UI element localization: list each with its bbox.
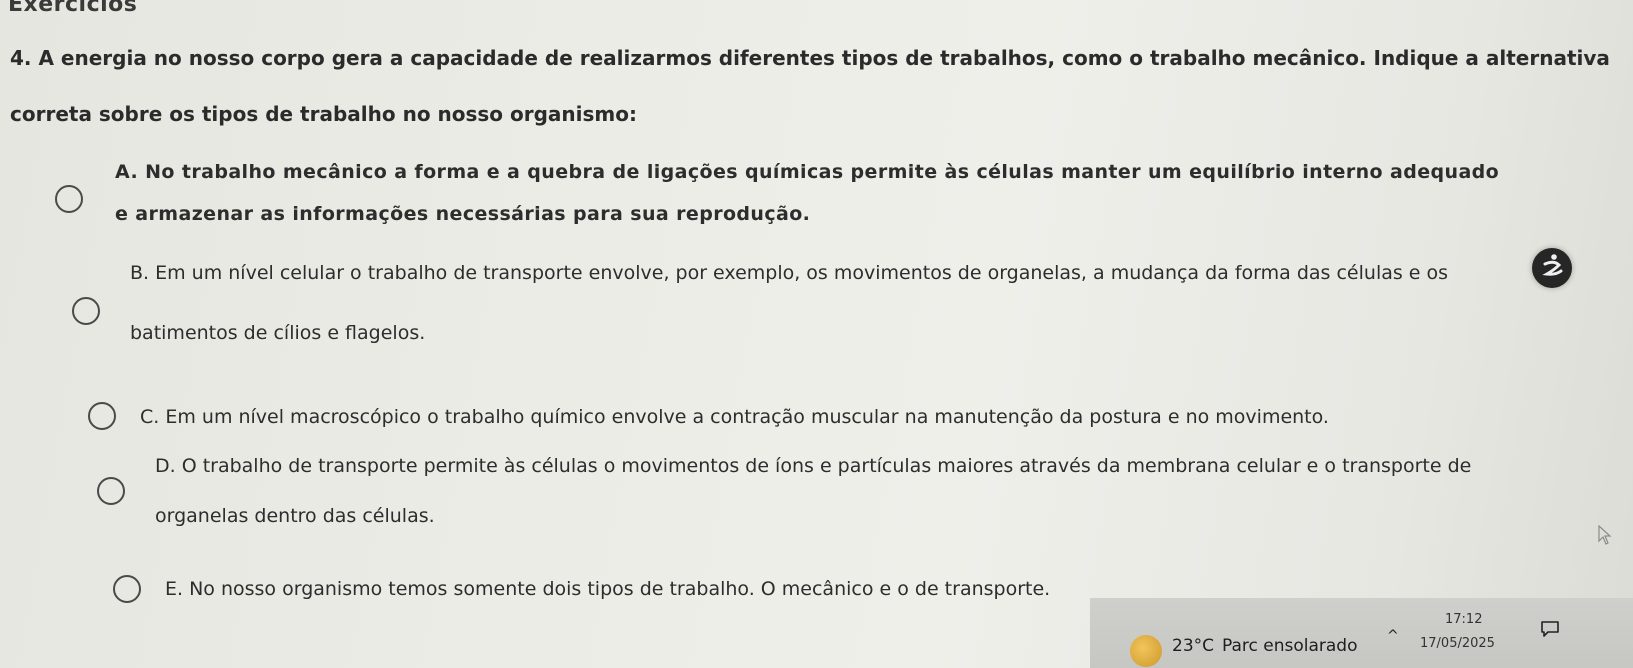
question-text: 4. A energia no nosso corpo gera a capac…	[10, 46, 1610, 126]
clock-time[interactable]: 17:12	[1445, 612, 1482, 627]
option-e-radio[interactable]	[113, 575, 141, 603]
option-b-radio[interactable]	[72, 297, 100, 325]
clock-date[interactable]: 17/05/2025	[1420, 636, 1495, 651]
sun-icon[interactable]	[1130, 635, 1162, 667]
option-d-radio[interactable]	[97, 477, 125, 505]
option-d-label: D. O trabalho de transporte permite às c…	[155, 455, 1472, 527]
option-a-radio[interactable]	[55, 185, 83, 213]
cursor-icon	[1598, 525, 1612, 545]
option-c-label: C. Em um nível macroscópico o trabalho q…	[140, 406, 1329, 428]
option-e-label: E. No nosso organismo temos somente dois…	[165, 578, 1051, 600]
accessibility-icon[interactable]	[1532, 248, 1572, 288]
option-b-label: B. Em um nível celular o trabalho de tra…	[130, 262, 1449, 344]
page-title: Exercícios	[8, 0, 138, 17]
chevron-up-icon[interactable]: ^	[1387, 628, 1399, 644]
weather-temperature[interactable]: 23°C	[1172, 636, 1214, 656]
weather-description[interactable]: Parc ensolarado	[1222, 636, 1358, 656]
notification-icon[interactable]	[1540, 620, 1560, 638]
option-a-label: A. No trabalho mecânico a forma e a queb…	[115, 161, 1500, 225]
option-c-radio[interactable]	[88, 402, 116, 430]
